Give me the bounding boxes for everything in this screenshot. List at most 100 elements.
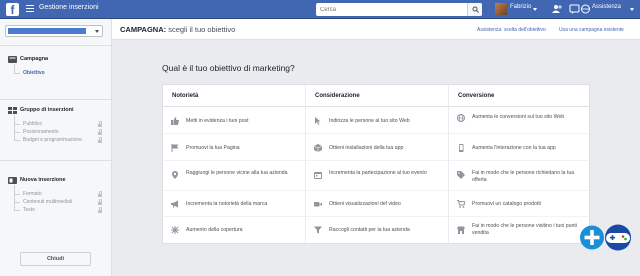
objective-option-video-views[interactable]: Ottieni visualizzazioni del video <box>306 191 448 217</box>
sidebar-item-text: Testo <box>23 207 35 213</box>
chevron-down-icon <box>95 30 99 33</box>
sidebar-section-title[interactable]: Gruppo di inserzioni <box>20 107 73 113</box>
facebook-logo-icon[interactable]: f <box>6 3 19 17</box>
sidebar-section-ad-set: Gruppo di inserzioni Pubblico Posizionam… <box>0 107 111 149</box>
objective-option-store-visits[interactable]: Fai in modo che le persone visitino i tu… <box>449 217 589 243</box>
column-conversion: Conversione Aumenta le conversioni sul t… <box>448 85 589 243</box>
sidebar-section-title[interactable]: Nuova inserzione <box>20 177 66 183</box>
objective-label: Ottieni installazioni della tua app <box>329 145 404 151</box>
objective-option-product-catalog[interactable]: Promuovi un catalogo prodotti <box>449 191 589 217</box>
globe-icon <box>457 114 465 122</box>
location-pin-icon <box>172 171 178 179</box>
lock-icon <box>98 129 102 136</box>
objective-option-lead-generation[interactable]: Raccogli contatti per la tua azienda <box>306 217 448 243</box>
lock-icon <box>98 137 102 144</box>
objective-label: Ottieni visualizzazioni del video <box>329 201 401 207</box>
app-title[interactable]: Gestione inserzioni <box>39 4 99 11</box>
mobile-phone-icon <box>459 144 464 152</box>
divider <box>0 160 111 161</box>
ad-account-select[interactable] <box>5 25 103 37</box>
objective-option-local-awareness[interactable]: Raggiungi le persone vicine alla tua azi… <box>163 161 305 191</box>
avatar <box>495 3 507 15</box>
sidebar-item-format: Formato <box>23 191 42 197</box>
objective-label: Aumenta l'interazione con la tua app <box>472 145 556 151</box>
chevron-down-icon[interactable] <box>630 8 634 11</box>
objective-option-app-installs[interactable]: Ottieni installazioni della tua app <box>306 134 448 161</box>
page-title: CAMPAGNA: scegli il tuo obiettivo <box>120 25 235 34</box>
filter-icon <box>314 226 322 234</box>
sidebar-item-media: Contenuti multimediali <box>23 199 73 205</box>
column-awareness: Notorietà Metti in evidenza i tuoi post … <box>163 85 305 243</box>
friend-requests-icon[interactable] <box>552 4 563 14</box>
objective-option-app-engagement[interactable]: Aumenta l'interazione con la tua app <box>449 134 589 161</box>
search-box <box>316 3 482 16</box>
thumbs-up-icon <box>171 117 179 125</box>
calendar-icon <box>314 172 322 179</box>
objective-label: Aumenta le conversioni sul tuo sito Web <box>472 114 565 120</box>
sidebar-item-audience: Pubblico <box>23 121 43 127</box>
top-navigation-bar: f Gestione inserzioni Fabrizio Assistenz… <box>0 0 640 19</box>
sidebar-section-ad: Nuova inserzione Formato Contenuti multi… <box>0 177 111 219</box>
column-title: Considerazione <box>315 93 360 99</box>
objective-label: Aumento della copertura <box>186 227 243 233</box>
use-existing-campaign-link[interactable]: Usa una campagna esistente <box>559 27 624 33</box>
objective-option-traffic[interactable]: Indirizza le persone al tuo sito Web <box>306 107 448 134</box>
column-header: Conversione <box>449 85 589 107</box>
lock-icon <box>98 207 102 214</box>
gamepad-badge-icon <box>580 224 631 251</box>
notifications-icon[interactable] <box>569 4 580 14</box>
objective-option-event-responses[interactable]: Incrementa la partecipazione al tuo even… <box>306 161 448 191</box>
objective-option-promote-page[interactable]: Promuovi la tua Pagina <box>163 134 305 161</box>
search-button[interactable] <box>467 3 482 16</box>
sidebar-section-title[interactable]: Campagna <box>20 56 48 62</box>
objective-option-website-conversions[interactable]: Aumenta le conversioni sul tuo sito Web <box>449 107 589 134</box>
asterisk-icon <box>171 226 179 234</box>
sidebar-item-objective[interactable]: Obiettivo <box>23 70 45 76</box>
lock-icon <box>98 121 102 128</box>
tree-line <box>14 210 20 211</box>
sidebar-item-budget-schedule: Budget e programmazione <box>23 137 82 143</box>
page-header: CAMPAGNA: scegli il tuo obiettivo Assist… <box>112 19 640 40</box>
search-icon <box>472 6 479 13</box>
objective-label: Fai in modo che le persone visitino i tu… <box>472 223 577 236</box>
video-camera-icon <box>314 202 322 207</box>
page-title-prefix: CAMPAGNA: <box>120 25 167 34</box>
objective-option-brand-awareness[interactable]: Incrementa la notorietà della marca <box>163 191 305 217</box>
page-title-text: scegli il tuo obiettivo <box>166 25 236 34</box>
menu-icon[interactable] <box>26 5 34 13</box>
user-name: Fabrizio <box>510 4 532 10</box>
objective-table: Notorietà Metti in evidenza i tuoi post … <box>162 84 590 244</box>
tree-line <box>14 140 20 141</box>
objective-label: Metti in evidenza i tuoi post <box>186 118 249 124</box>
objective-label: Promuovi un catalogo prodotti <box>472 201 541 207</box>
ad-account-name <box>8 28 86 34</box>
campaign-icon <box>8 56 17 63</box>
help-link[interactable]: Assistenza <box>592 4 621 10</box>
tree-line <box>14 202 20 203</box>
objective-label: Promuovi la tua Pagina <box>186 145 240 151</box>
objective-option-offer-claims[interactable]: Fai in modo che le persone richiedano la… <box>449 161 589 191</box>
column-title: Conversione <box>458 93 495 99</box>
search-input[interactable] <box>316 3 466 16</box>
tree-line <box>14 115 15 141</box>
store-icon <box>457 226 465 234</box>
marketing-objective-question: Qual è il tuo obiettivo di marketing? <box>162 63 295 73</box>
objective-option-boost-posts[interactable]: Metti in evidenza i tuoi post <box>163 107 305 134</box>
divider <box>0 45 111 46</box>
box-icon <box>314 144 322 152</box>
column-header: Notorietà <box>163 85 305 107</box>
lock-icon <box>98 191 102 198</box>
lock-icon <box>98 199 102 206</box>
objective-help-link[interactable]: Assistenza: scelta dell'obiettivo <box>477 27 546 33</box>
objective-option-reach[interactable]: Aumento della copertura <box>163 217 305 243</box>
ad-set-icon <box>8 107 17 114</box>
close-button[interactable]: Chiudi <box>20 252 91 266</box>
tree-line <box>14 132 20 133</box>
globe-icon[interactable] <box>580 4 591 14</box>
column-title: Notorietà <box>172 93 199 99</box>
objective-label: Fai in modo che le persone richiedano la… <box>472 170 575 183</box>
objective-label: Incrementa la notorietà della marca <box>186 201 268 207</box>
column-header: Considerazione <box>306 85 448 107</box>
flag-icon <box>171 144 179 152</box>
tree-line <box>14 185 15 211</box>
